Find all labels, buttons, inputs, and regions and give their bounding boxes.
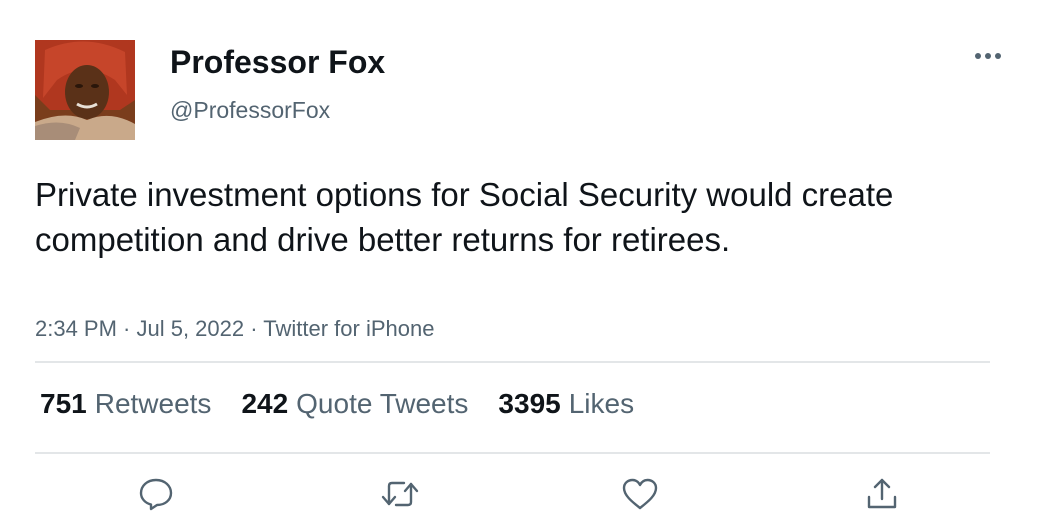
retweet-icon bbox=[381, 481, 419, 507]
share-icon bbox=[867, 478, 897, 509]
retweets-count: 751 bbox=[40, 388, 87, 419]
avatar-image bbox=[35, 40, 135, 140]
retweets-stat[interactable]: 751 Retweets bbox=[40, 388, 211, 420]
avatar[interactable] bbox=[35, 40, 135, 140]
reply-icon bbox=[139, 478, 173, 511]
quote-tweets-label: Quote Tweets bbox=[296, 388, 469, 419]
retweets-label: Retweets bbox=[94, 388, 212, 419]
divider-bottom bbox=[35, 452, 990, 454]
like-button[interactable] bbox=[620, 476, 660, 512]
engagement-stats: 751 Retweets 242 Quote Tweets 3395 Likes bbox=[40, 388, 664, 420]
tweet-timestamp[interactable]: 2:34 PM · Jul 5, 2022 · Twitter for iPho… bbox=[35, 316, 434, 342]
user-handle[interactable]: @ProfessorFox bbox=[170, 97, 330, 124]
likes-stat[interactable]: 3395 Likes bbox=[498, 388, 634, 420]
likes-count: 3395 bbox=[498, 388, 561, 419]
more-horizontal-icon bbox=[975, 53, 1001, 59]
display-name[interactable]: Professor Fox bbox=[170, 44, 385, 81]
quote-tweets-stat[interactable]: 242 Quote Tweets bbox=[241, 388, 468, 420]
retweet-button[interactable] bbox=[380, 476, 420, 512]
reply-button[interactable] bbox=[136, 476, 176, 512]
divider-top bbox=[35, 361, 990, 363]
tweet-text: Private investment options for Social Se… bbox=[35, 176, 894, 258]
likes-label: Likes bbox=[568, 388, 635, 419]
tweet-card: Professor Fox @ProfessorFox Private inve… bbox=[0, 0, 1050, 525]
share-button[interactable] bbox=[862, 476, 902, 512]
heart-icon bbox=[622, 478, 658, 510]
more-options-button[interactable] bbox=[970, 44, 1006, 68]
quote-tweets-count: 242 bbox=[241, 388, 289, 419]
